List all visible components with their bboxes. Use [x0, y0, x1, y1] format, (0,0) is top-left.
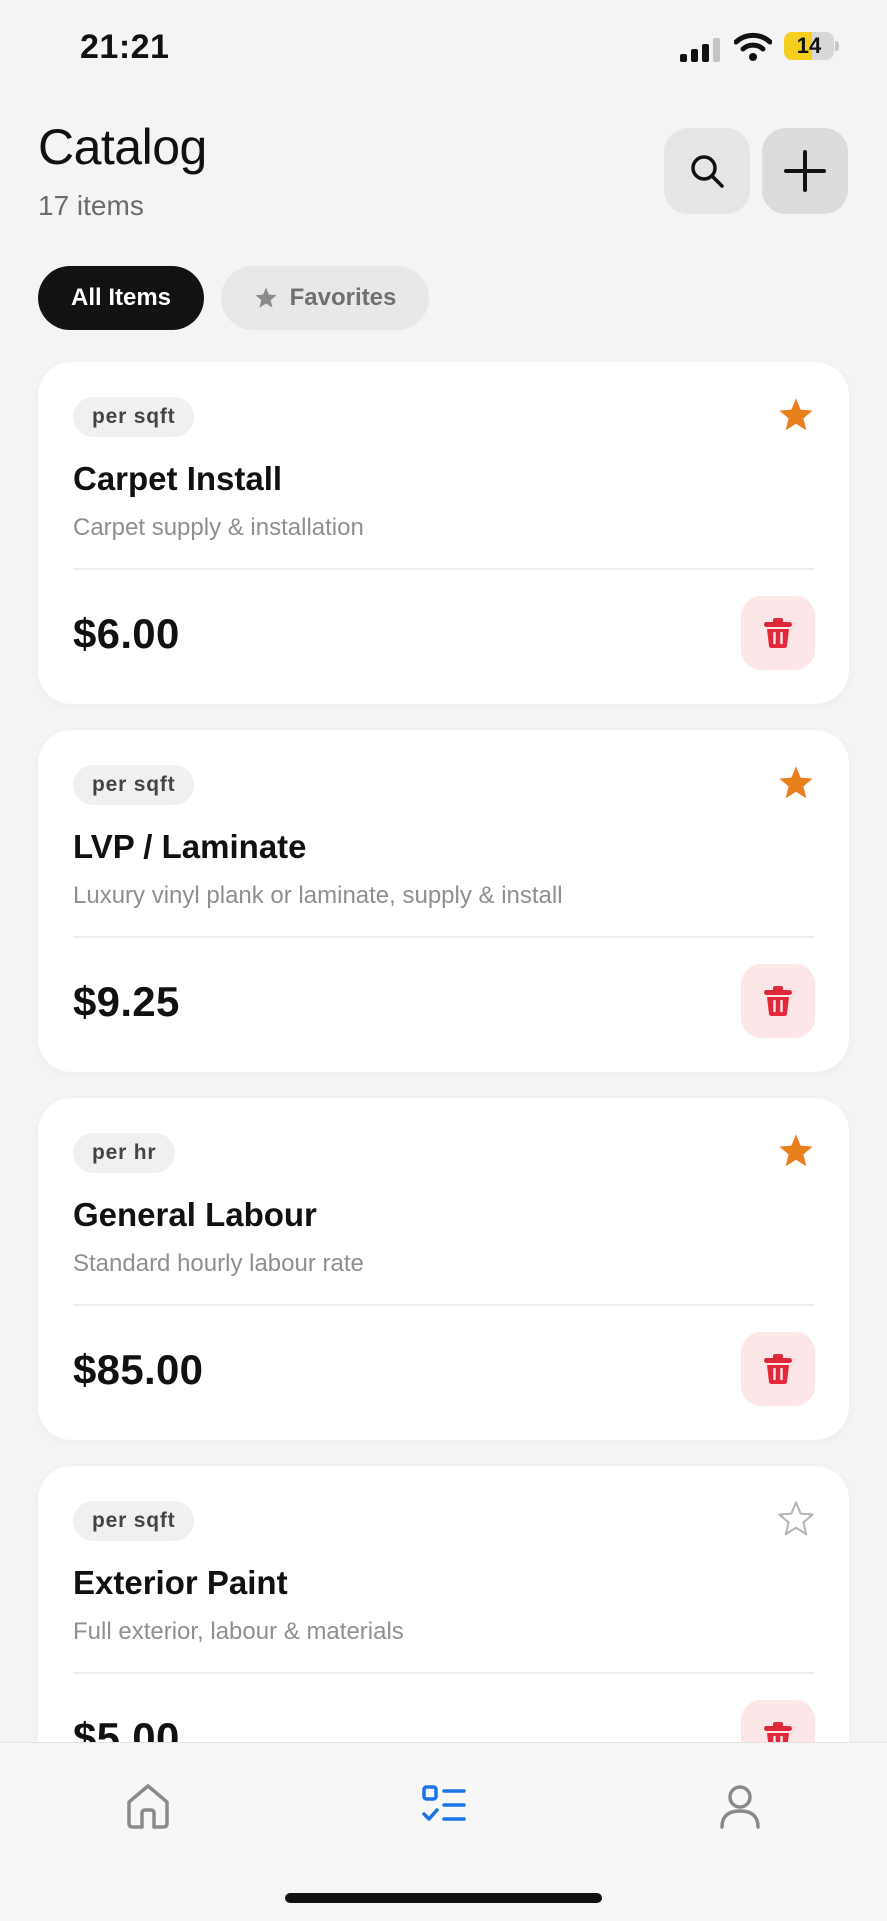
tab-favorites-label: Favorites [289, 284, 397, 311]
unit-badge: per sqft [73, 397, 195, 437]
person-icon [720, 1785, 760, 1829]
item-name: Exterior Paint [73, 1564, 288, 1601]
trash-icon [764, 986, 792, 1016]
unit-badge: per sqft [73, 765, 195, 805]
item-name: Carpet Install [73, 460, 283, 497]
item-name: LVP / Laminate [73, 828, 307, 865]
item-description: Standard hourly labour rate [73, 1250, 364, 1277]
checklist-icon [422, 1785, 466, 1821]
item-description: Carpet supply & installation [73, 514, 364, 541]
cellular-signal-icon [680, 38, 720, 62]
status-time: 21:21 [80, 28, 170, 66]
add-item-button[interactable] [762, 128, 848, 214]
item-price: $85.00 [73, 1346, 204, 1393]
plus-icon [784, 150, 826, 192]
delete-button[interactable] [741, 1700, 815, 1742]
favorite-star-icon[interactable] [777, 764, 815, 802]
trash-icon [764, 618, 792, 648]
tab-favorites[interactable]: Favorites [221, 266, 429, 330]
item-price: $6.00 [73, 610, 180, 657]
catalog-item-card[interactable]: per sqft LVP / Laminate Luxury vinyl pla… [38, 730, 849, 1072]
item-name: General Labour [73, 1196, 317, 1233]
divider [73, 1672, 814, 1674]
item-description: Luxury vinyl plank or laminate, supply &… [73, 882, 563, 909]
battery-level: 14 [796, 33, 822, 58]
item-description: Full exterior, labour & materials [73, 1618, 404, 1645]
tab-all-items-label: All Items [70, 284, 172, 311]
divider [73, 1304, 814, 1306]
catalog-item-card[interactable]: per sqft Exterior Paint Full exterior, l… [38, 1466, 849, 1742]
catalog-item-card[interactable]: per sqft Carpet Install Carpet supply & … [38, 362, 849, 704]
search-icon [691, 155, 724, 188]
star-icon [255, 287, 277, 308]
unit-badge: per sqft [73, 1501, 195, 1541]
catalog-list[interactable]: per sqft Carpet Install Carpet supply & … [0, 362, 887, 1742]
unit-badge: per hr [73, 1133, 176, 1173]
search-button[interactable] [664, 128, 750, 214]
catalog-item-card[interactable]: per hr General Labour Standard hourly la… [38, 1098, 849, 1440]
tab-all-items[interactable]: All Items [38, 266, 204, 330]
trash-icon [764, 1722, 792, 1742]
trash-icon [764, 1354, 792, 1384]
status-bar: 21:21 14 [0, 0, 887, 100]
divider [73, 936, 814, 938]
page-title: Catalog [38, 119, 207, 175]
wifi-icon [734, 32, 772, 61]
item-price: $9.25 [73, 978, 180, 1025]
divider [73, 568, 814, 570]
nav-catalog[interactable] [409, 1771, 479, 1841]
delete-button[interactable] [741, 596, 815, 670]
delete-button[interactable] [741, 964, 815, 1038]
delete-button[interactable] [741, 1332, 815, 1406]
favorite-star-icon[interactable] [777, 1500, 815, 1538]
nav-home[interactable] [113, 1771, 183, 1841]
favorite-star-icon[interactable] [777, 1132, 815, 1170]
home-icon [127, 1784, 169, 1829]
favorite-star-icon[interactable] [777, 396, 815, 434]
battery-icon: 14 [784, 32, 840, 60]
nav-profile[interactable] [705, 1771, 775, 1841]
home-indicator[interactable] [285, 1893, 602, 1903]
item-price: $5.00 [73, 1714, 180, 1742]
item-count: 17 items [38, 190, 144, 221]
